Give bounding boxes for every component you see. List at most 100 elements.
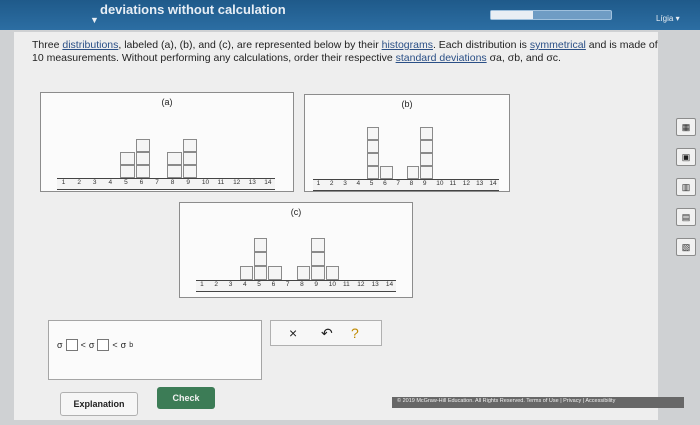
histogram-a-tick: 9 [186, 179, 190, 186]
answer-slot-1[interactable] [65, 339, 78, 351]
histogram-a-tick: 10 [201, 179, 210, 186]
histogram-c-cell [254, 238, 268, 252]
histogram-b-tick: 14 [489, 180, 497, 187]
question-text-part: , labeled (a), (b), and (c), are represe… [118, 39, 382, 51]
histogram-a-cell [182, 165, 198, 178]
link-standard-deviations[interactable]: standard deviations [396, 52, 487, 64]
histogram-c-label: (c) [290, 207, 302, 217]
help-icon[interactable]: ? [351, 325, 359, 341]
histogram-b-tick: 5 [369, 180, 374, 187]
histogram-c-cell [325, 266, 339, 280]
histogram-c-cell [254, 266, 268, 280]
histogram-b-cell [380, 166, 393, 179]
histogram-b-cell [420, 166, 433, 179]
histogram-b-tick: 11 [449, 180, 457, 187]
histogram-a-cell [135, 165, 151, 178]
language-menu[interactable]: Lígia ▾ [656, 14, 680, 23]
histogram-a-tick: 5 [124, 179, 128, 186]
histogram-a-axis: 1 2 3 4 5 6 7 8 9 10 11 12 13 14 [57, 178, 275, 190]
answer-slot-2[interactable] [97, 339, 110, 351]
less-than-symbol: < [80, 340, 86, 350]
histogram-b-cell [420, 127, 433, 140]
histogram-a-cell [135, 152, 151, 165]
histogram-a-tick: 3 [92, 179, 97, 186]
histogram-c-cell [311, 238, 325, 252]
histogram-b-tick: 10 [436, 180, 444, 187]
question-text-part: Three [32, 39, 63, 51]
histogram-c-cell [239, 266, 254, 280]
histogram-a-cell [120, 152, 135, 165]
histogram-a-tick: 2 [77, 179, 81, 186]
histogram-a-tick: 6 [139, 179, 144, 186]
answer-area[interactable]: σ < σ < σ b [48, 320, 262, 380]
histogram-c-tick: 8 [300, 281, 304, 288]
histogram-b-cell [420, 140, 433, 153]
histogram-c-tick: 11 [343, 281, 350, 288]
histogram-b: (b) 1 2 3 4 5 6 7 8 9 10 11 12 13 14 [304, 94, 510, 192]
histogram-c: (c) 1 2 3 4 5 6 7 8 9 10 11 12 13 14 [179, 202, 413, 298]
histogram-a-cell [182, 152, 198, 165]
histogram-c-tick: 12 [357, 281, 365, 288]
link-histograms[interactable]: histograms [382, 39, 433, 51]
clear-icon[interactable]: × [289, 325, 297, 341]
side-tool-icon[interactable]: ▦ [676, 118, 696, 136]
histogram-b-tick: 8 [409, 180, 414, 187]
explanation-button[interactable]: Explanation [60, 392, 138, 416]
question-text-part: σa, σb, and σc. [486, 51, 561, 64]
histogram-c-tick: 1 [200, 281, 204, 288]
histogram-a-cell [167, 152, 182, 165]
answer-expression[interactable]: σ < σ < σ b [57, 339, 133, 351]
histogram-a-tick: 8 [170, 179, 175, 186]
side-tool-icon[interactable]: ▣ [676, 148, 696, 166]
histogram-b-tick: 1 [316, 180, 321, 187]
histogram-c-tick: 3 [228, 281, 233, 288]
progress-bar [490, 10, 612, 20]
histogram-b-cell [367, 140, 380, 153]
histogram-a-tick: 13 [248, 179, 256, 186]
histogram-c-cell [311, 266, 325, 280]
side-tool-icon[interactable]: ▥ [676, 178, 696, 196]
histogram-b-tick: 9 [422, 180, 427, 187]
histogram-c-tick: 9 [314, 281, 319, 288]
sigma-symbol: σ [57, 340, 63, 350]
side-tool-icon[interactable]: ▧ [676, 238, 696, 256]
histogram-c-tick: 10 [328, 281, 336, 288]
sigma-symbol: σ [88, 340, 95, 350]
subscript-b: b [129, 341, 134, 349]
histogram-a-tick: 1 [61, 179, 66, 186]
less-than-symbol: < [112, 340, 118, 350]
dropdown-icon[interactable]: ▼ [90, 15, 99, 25]
histogram-b-tick: 7 [396, 180, 400, 187]
question-text: Three distributions, labeled (a), (b), a… [32, 39, 672, 64]
histogram-a-tick: 11 [217, 179, 225, 186]
progress-fill [491, 11, 533, 19]
side-tool-icon[interactable]: ▤ [676, 208, 696, 226]
histogram-c-tick: 7 [285, 281, 290, 288]
histogram-a-cell [120, 165, 135, 178]
histogram-b-cell [367, 127, 380, 140]
histogram-c-cell [311, 252, 325, 266]
histogram-b-tick: 3 [343, 180, 347, 187]
undo-icon[interactable]: ↶ [321, 325, 333, 342]
top-bar: ▼ deviations without calculation Lígia ▾ [0, 0, 700, 30]
histogram-c-tick: 4 [243, 281, 247, 288]
histogram-a-tick: 14 [264, 179, 272, 186]
histogram-a-tick: 12 [233, 179, 241, 186]
link-symmetrical[interactable]: symmetrical [530, 39, 586, 51]
check-button[interactable]: Check [157, 387, 215, 409]
footer-strip: © 2019 McGraw-Hill Education. All Rights… [392, 397, 684, 408]
link-distributions[interactable]: distributions [62, 39, 118, 51]
answer-tools: × ↶ ? [270, 320, 382, 346]
histogram-a-cell [182, 139, 198, 152]
histogram-c-tick: 13 [371, 281, 379, 288]
histogram-c-axis: 1 2 3 4 5 6 7 8 9 10 11 12 13 14 [196, 280, 396, 292]
histogram-a-tick: 7 [155, 179, 159, 186]
histogram-b-axis: 1 2 3 4 5 6 7 8 9 10 11 12 13 14 [313, 179, 499, 191]
histogram-b-cell [420, 153, 433, 166]
question-text-part: . Each distribution is [432, 39, 530, 51]
histogram-a-cell [135, 139, 151, 152]
histogram-b-cell [407, 166, 420, 179]
histogram-a-tick: 4 [108, 179, 113, 186]
histogram-c-tick: 5 [257, 281, 261, 288]
histogram-a-label: (a) [161, 97, 173, 107]
